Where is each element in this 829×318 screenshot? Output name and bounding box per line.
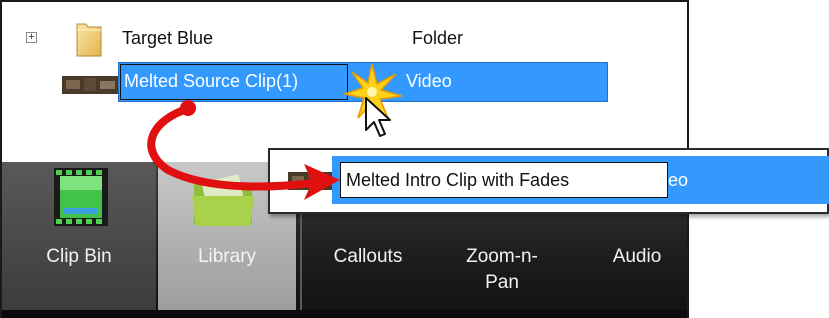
zoom-n-pan-label: Zoom-n- Pan <box>466 246 538 293</box>
clip-type-partial: eo <box>668 170 689 190</box>
tree-row-folder[interactable]: + Target Blue Folder <box>2 18 687 58</box>
tree-item-name: Target Blue <box>122 28 214 48</box>
audio-label: Audio <box>612 246 662 267</box>
tree-item-type: Video <box>406 71 452 91</box>
callouts-label: Callouts <box>333 246 403 267</box>
library-label: Library <box>197 246 257 267</box>
folder-icon <box>76 23 102 57</box>
video-thumbnail-icon <box>288 172 338 190</box>
drag-ghost-row: Melted Intro Clip with Fades eo <box>268 148 829 214</box>
library-folder-icon <box>192 174 254 226</box>
tree-item-name[interactable]: Melted Source Clip(1) <box>124 71 298 92</box>
tree-row-video[interactable]: Melted Source Clip(1) Video <box>2 62 687 102</box>
film-icon <box>54 168 108 226</box>
expand-button[interactable]: + <box>26 32 37 43</box>
clip-name: Melted Intro Clip with Fades <box>346 170 570 190</box>
clip-bin-tab[interactable]: Clip Bin <box>2 162 156 318</box>
tree-item-type: Folder <box>412 28 464 48</box>
toolbar-bottom-edge <box>2 310 687 318</box>
clip-bin-label: Clip Bin <box>46 246 112 267</box>
video-thumbnail-icon <box>62 76 118 94</box>
